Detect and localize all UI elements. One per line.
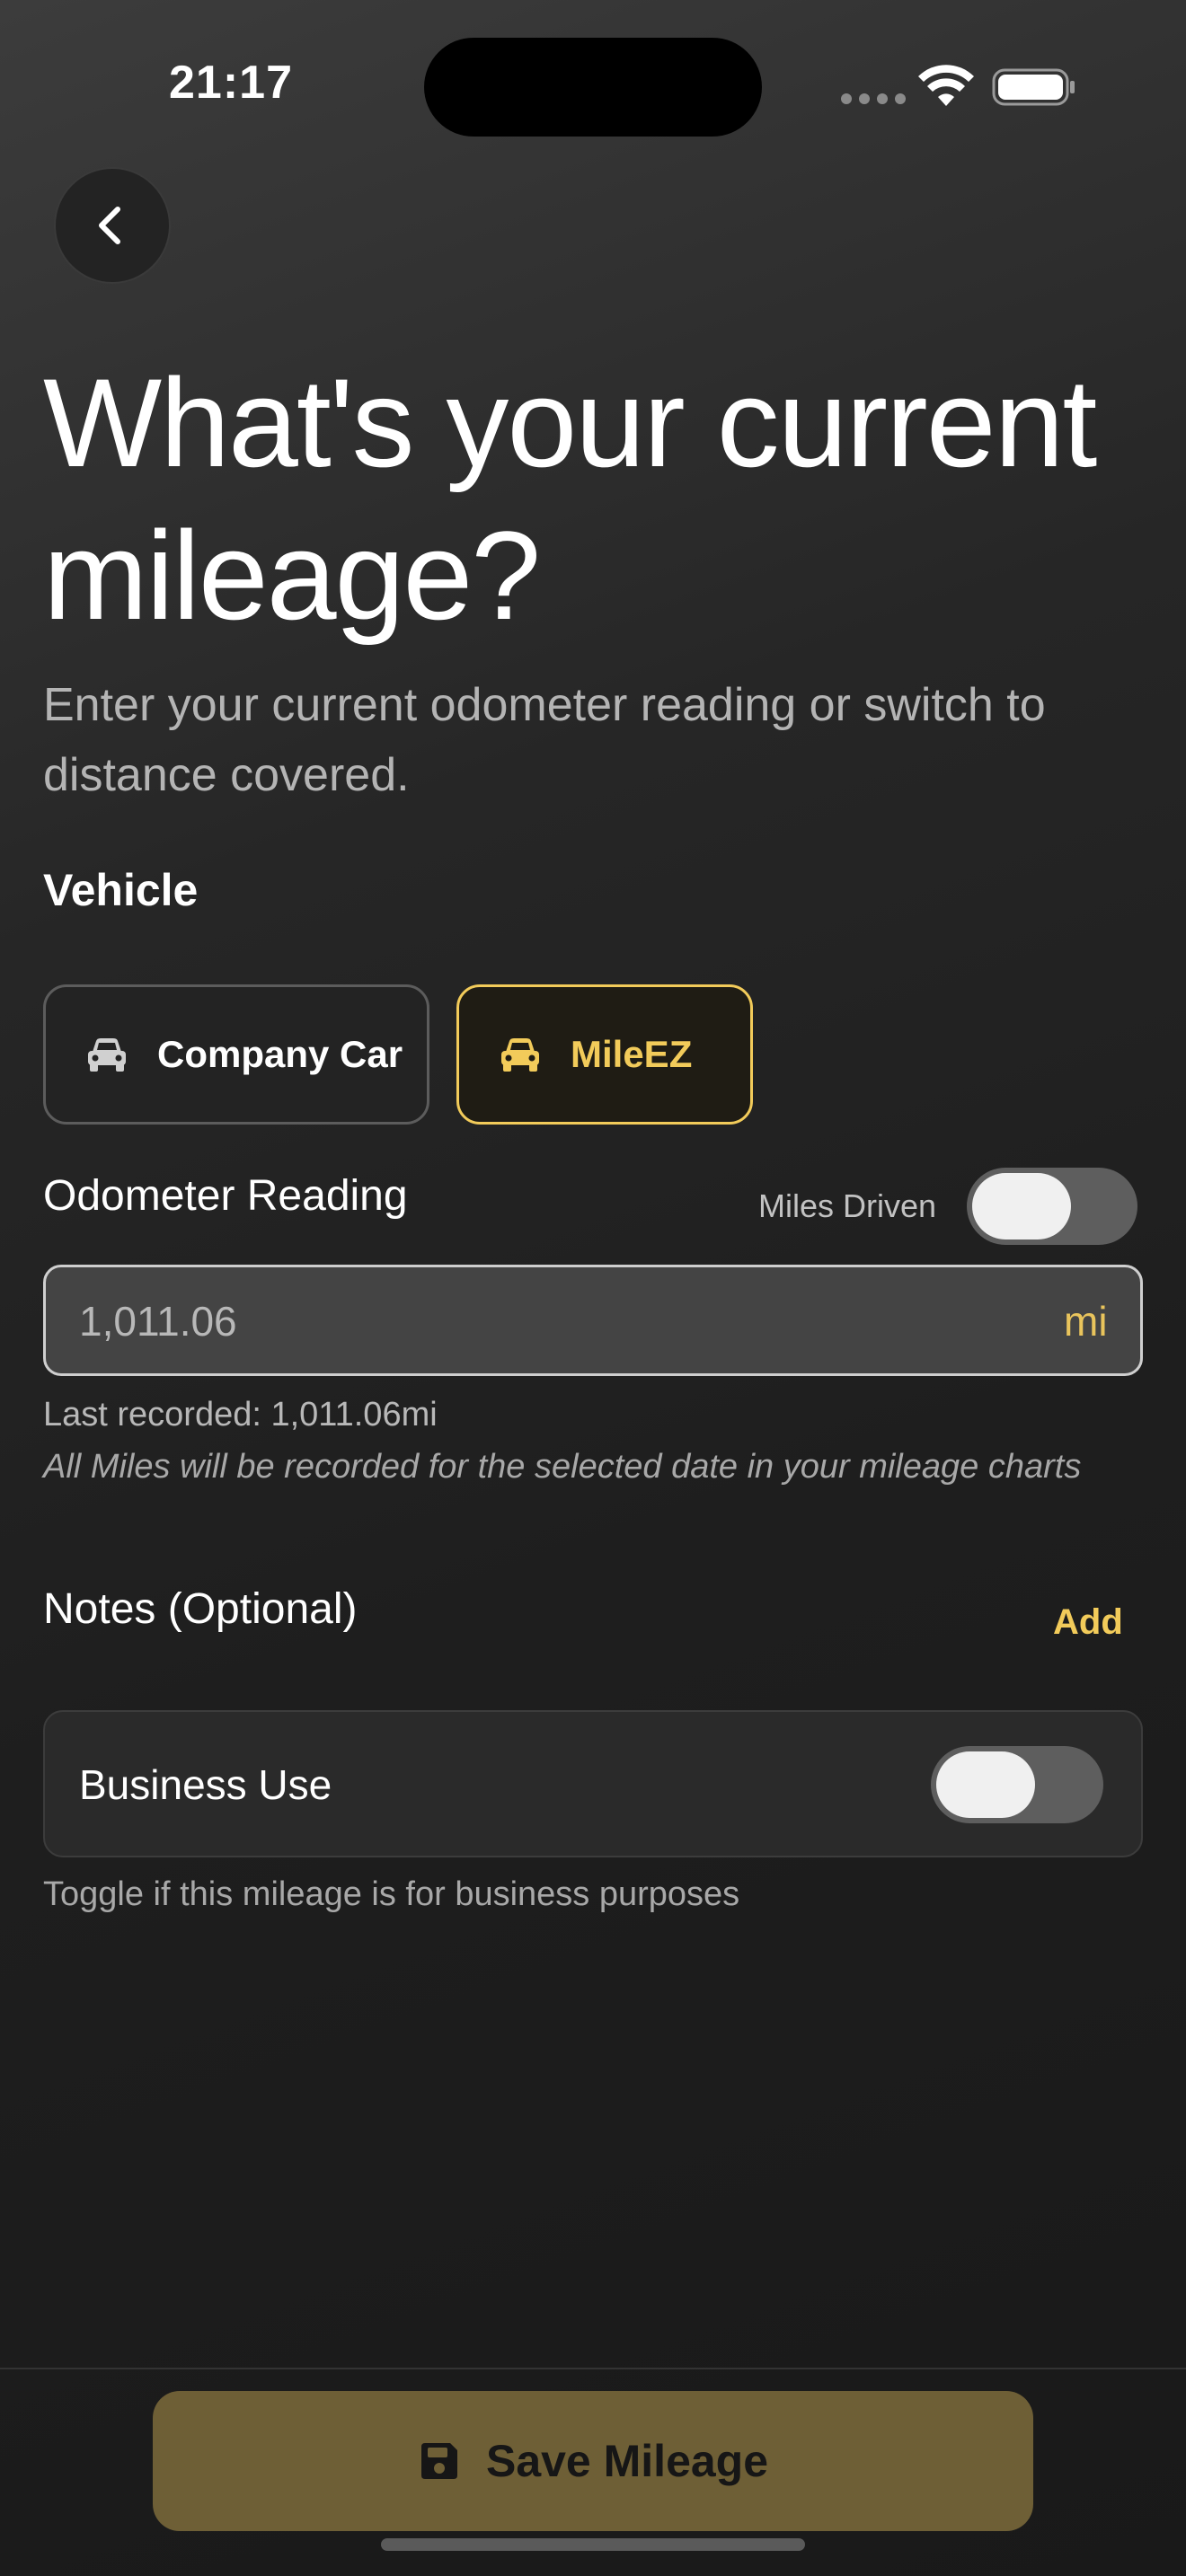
toggle-knob xyxy=(936,1751,1035,1818)
car-icon xyxy=(501,1038,539,1072)
car-icon xyxy=(88,1038,126,1072)
vehicle-label: Vehicle xyxy=(43,865,199,915)
vehicle-option-label: Company Car xyxy=(157,1033,403,1075)
miles-driven-toggle[interactable] xyxy=(967,1168,1137,1245)
page-title: What's your current mileage? xyxy=(43,352,1097,646)
business-use-toggle[interactable] xyxy=(931,1746,1103,1823)
signal-dots-icon xyxy=(841,93,906,104)
page-subtitle: Enter your current odometer reading or s… xyxy=(43,679,1046,801)
last-recorded-text: Last recorded: 1,011.06mi xyxy=(43,1396,438,1434)
toggle-knob xyxy=(972,1173,1071,1239)
business-use-label: Business Use xyxy=(79,1761,332,1808)
notes-label: Notes (Optional) xyxy=(43,1585,358,1633)
vehicle-option-label: MileEZ xyxy=(571,1033,693,1075)
dynamic-island xyxy=(424,38,762,137)
odometer-value: 1,011.06 xyxy=(79,1298,237,1345)
odometer-unit: mi xyxy=(1064,1298,1108,1345)
footer-divider xyxy=(0,2368,1186,2369)
miles-driven-label: Miles Driven xyxy=(758,1187,937,1224)
vehicle-option-mileez[interactable]: MileEZ xyxy=(456,984,753,1125)
save-mileage-label: Save Mileage xyxy=(485,2436,769,2486)
status-time: 21:17 xyxy=(169,57,293,109)
chevron-left-icon xyxy=(99,207,120,244)
business-use-help: Toggle if this mileage is for business p… xyxy=(43,1875,740,1913)
odometer-label: Odometer Reading xyxy=(43,1172,408,1220)
add-notes-button[interactable]: Add xyxy=(1053,1602,1123,1643)
mileage-note: All Miles will be recorded for the selec… xyxy=(43,1448,1082,1486)
battery-icon xyxy=(992,68,1075,106)
home-indicator xyxy=(381,2538,805,2551)
vehicle-option-company-car[interactable]: Company Car xyxy=(43,984,429,1125)
floppy-disk-icon xyxy=(420,2443,457,2479)
wifi-icon xyxy=(918,65,974,106)
back-button[interactable] xyxy=(54,167,171,284)
save-mileage-button[interactable]: Save Mileage xyxy=(153,2391,1033,2531)
